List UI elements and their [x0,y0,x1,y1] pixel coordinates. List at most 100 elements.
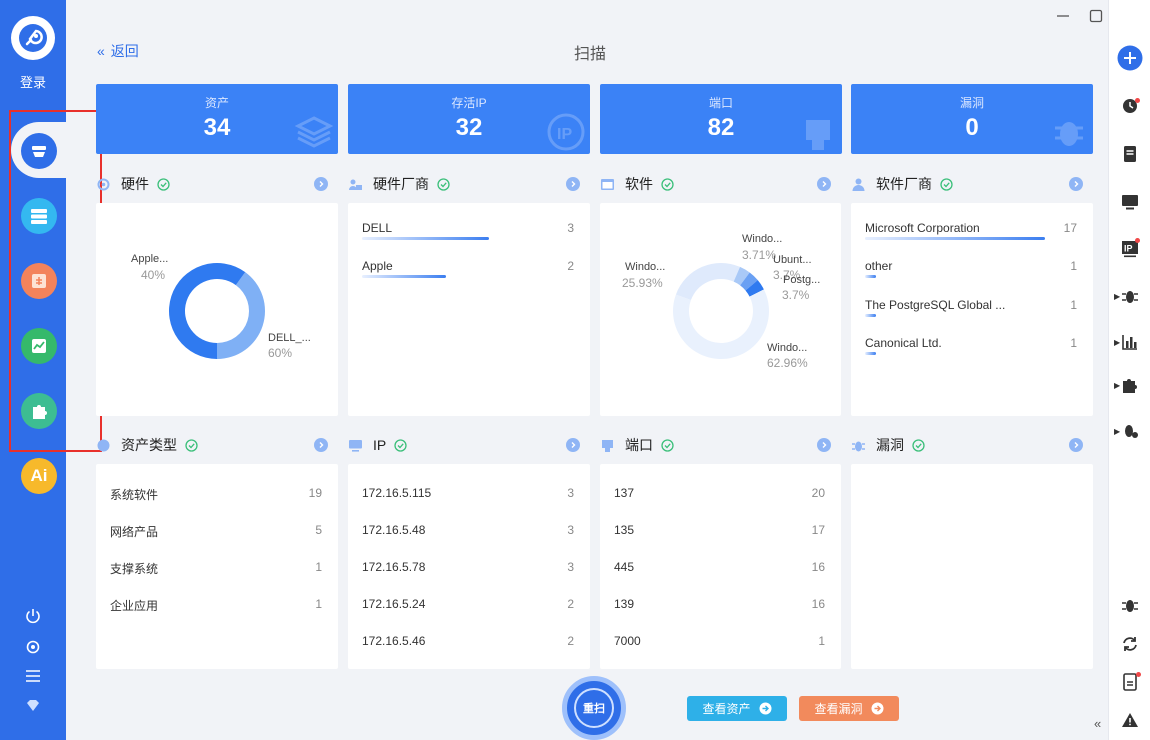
list-item[interactable]: 支撑系统 1 [110,560,322,577]
list-item[interactable]: 139 16 [614,597,825,611]
ip-more-button[interactable] [566,438,580,452]
hardware-vendor-panel: DELL 3 Apple 2 [348,203,590,416]
check-circle-icon [661,438,674,452]
view-assets-button[interactable]: 查看资产 [687,696,787,721]
progress-bar [865,275,876,278]
list-item[interactable]: 172.16.5.78 3 [362,560,574,574]
item-count: 2 [567,597,574,611]
login-label[interactable]: 登录 [0,72,66,91]
stat-card-live-ip[interactable]: 存活IP 32 IP [348,84,590,154]
list-item[interactable]: 135 17 [614,523,825,537]
monitor-button[interactable] [1109,190,1150,214]
pie-slice[interactable] [675,263,741,301]
list-item[interactable]: Microsoft Corporation 17 [865,221,1077,240]
list-item[interactable]: Apple 2 [362,259,574,278]
diamond-icon[interactable] [0,698,66,714]
document-button[interactable] [1109,142,1150,166]
section-header-software: 软件 [600,174,674,194]
collapse-right-button[interactable]: « [1094,716,1101,731]
list-item[interactable]: 系统软件 19 [110,486,322,503]
power-icon[interactable] [0,607,66,625]
chart-label: Windo... [742,233,783,245]
ip-button[interactable]: IP [1109,237,1150,261]
nav-asset-scan[interactable] [21,133,57,169]
item-name: 137 [614,486,635,500]
minimize-button[interactable] [1053,6,1073,26]
stat-label: 资产 [204,96,229,110]
add-button[interactable] [1109,45,1150,71]
software-vendor-more-button[interactable] [1069,177,1083,191]
section-header-software-vendor: 软件厂商 [851,174,953,194]
rescan-button[interactable]: 重扫 [562,676,626,740]
software-more-button[interactable] [817,177,831,191]
report-button[interactable] [1109,670,1150,694]
bug-icon [1122,291,1138,303]
list-item[interactable]: 137 20 [614,486,825,500]
port-more-button[interactable] [817,438,831,452]
progress-bar [865,352,876,355]
arrow-circle-right-icon [759,702,771,715]
list-item[interactable]: 7000 1 [614,634,825,648]
check-circle-icon [185,438,198,452]
hardware-vendor-more-button[interactable] [566,177,580,191]
menu-icon[interactable] [0,668,66,684]
list-item[interactable]: 172.16.5.48 3 [362,523,574,537]
stat-card-vulns[interactable]: 漏洞 0 [851,84,1093,154]
stat-label: 存活IP [451,96,487,110]
vulnerability-icon [32,274,46,288]
caret-right-icon: ▶ [1114,337,1121,347]
item-name: DELL [362,221,393,235]
asset-type-more-button[interactable] [314,438,328,452]
list-item[interactable]: 172.16.5.115 3 [362,486,574,500]
asset-type-panel: 系统软件 19 网络产品 5 支撑系统 1 企业应用 1 [96,464,338,669]
chart-label: DELL_... [268,332,311,344]
list-item[interactable]: 企业应用 1 [110,597,322,614]
list-item[interactable]: Canonical Ltd. 1 [865,336,1077,355]
asset-type-icon [97,439,110,451]
chart-label: Apple... [131,253,169,265]
user-icon [852,178,865,191]
vuln-more-button[interactable] [1069,438,1083,452]
maximize-button[interactable] [1086,6,1106,26]
chart-label: Windo... [625,261,666,273]
list-item[interactable]: The PostgreSQL Global ... 1 [865,298,1077,317]
bug-small-icon [1122,600,1138,612]
view-vulns-button[interactable]: 查看漏洞 [799,696,899,721]
item-name: 系统软件 [110,488,159,502]
bug-settings-button[interactable]: ▶ [1109,419,1150,443]
bar-chart-icon [1122,335,1137,350]
hardware-donut-chart [169,263,265,359]
list-item[interactable]: DELL 3 [362,221,574,240]
bug-small-button[interactable] [1109,593,1150,617]
item-name: 172.16.5.48 [362,523,426,537]
hardware-more-button[interactable] [314,177,328,191]
list-item[interactable]: 172.16.5.46 2 [362,634,574,648]
view-assets-label: 查看资产 [702,702,751,716]
list-item[interactable]: 网络产品 5 [110,523,322,540]
list-item[interactable]: 172.16.5.24 2 [362,597,574,611]
list-item[interactable]: other 1 [865,259,1077,278]
item-name: 企业应用 [110,599,159,613]
refresh-button[interactable] [1109,632,1150,656]
nav-plugin[interactable] [21,393,57,429]
pie-slice[interactable] [673,289,769,359]
nav-ai[interactable]: Ai [21,458,57,494]
stat-card-ports[interactable]: 端口 82 [600,84,842,154]
chevron-right-icon [571,181,576,187]
add-icon [1117,45,1143,71]
warning-button[interactable] [1109,708,1150,732]
layers-icon [294,116,334,148]
bug-button[interactable]: ▶ [1109,284,1150,308]
history-button[interactable] [1109,94,1150,118]
bar-chart-button[interactable]: ▶ [1109,330,1150,354]
server-list-icon [31,209,47,224]
list-item[interactable]: 445 16 [614,560,825,574]
chevron-right-icon [1074,442,1079,448]
nav-chart[interactable] [21,328,57,364]
pie-slice[interactable] [217,272,265,359]
nav-server-list[interactable] [21,198,57,234]
nav-vulnerability[interactable] [21,263,57,299]
stat-card-assets[interactable]: 资产 34 [96,84,338,154]
settings-icon[interactable] [0,638,66,656]
plugin-button[interactable]: ▶ [1109,373,1150,397]
